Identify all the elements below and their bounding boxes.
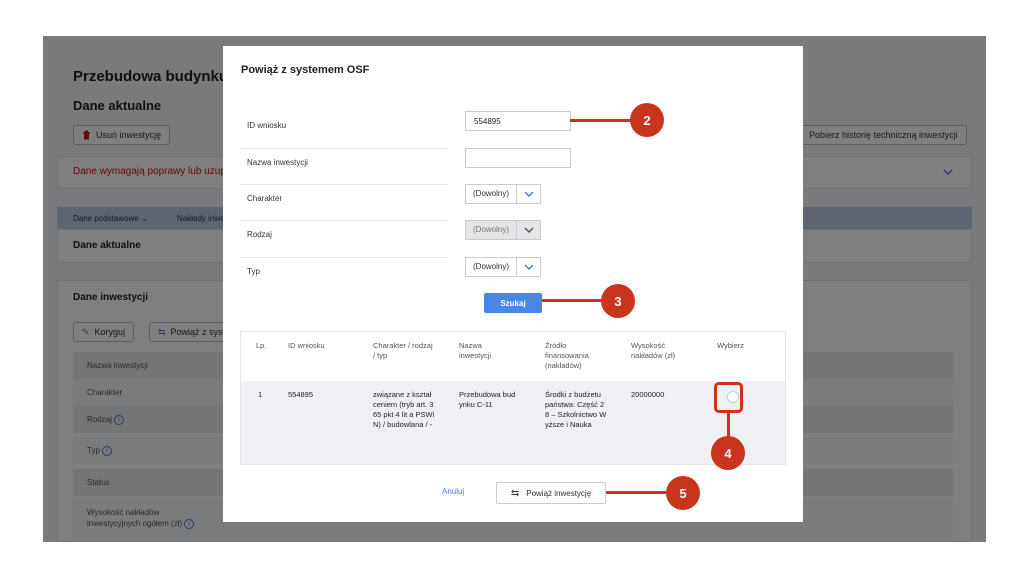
rodzaj-select: (Dowolny) xyxy=(465,220,542,240)
cell-id: 554895 xyxy=(288,390,314,399)
divider xyxy=(241,257,447,258)
name-input[interactable] xyxy=(465,148,571,168)
link-investment-button[interactable]: ⇆ Powiąż inwestycję xyxy=(496,482,606,504)
cell-lp: 1 xyxy=(258,390,263,399)
search-button[interactable]: Szukaj xyxy=(484,293,542,313)
chevron-down-icon xyxy=(524,264,534,270)
callout-line xyxy=(606,491,668,494)
callout-badge-4: 4 xyxy=(711,436,745,470)
typ-select[interactable]: (Dowolny) xyxy=(465,257,542,277)
divider xyxy=(241,184,447,185)
cell-zrodlo: Środki z budżetu państwa: Część 28 – Szk… xyxy=(545,390,607,429)
screenshot-stage: Przebudowa budynku C-1 Dane aktualne Usu… xyxy=(0,0,1024,576)
cell-wysokosc: 20000000 xyxy=(631,390,665,399)
cell-nazwa: Przebudowa budynku C-11 xyxy=(459,390,516,409)
modal-title: Powiąż z systemem OSF xyxy=(241,64,370,76)
col-header-zrodlo: Źródło finansowania (nakładów) xyxy=(545,341,589,370)
callout-line xyxy=(542,299,602,302)
col-header-nazwa: Nazwa inwestycji xyxy=(459,341,492,360)
callout-line xyxy=(727,413,730,437)
callout-badge-5: 5 xyxy=(666,476,700,510)
cancel-link[interactable]: Anuluj xyxy=(442,487,464,496)
name-field-label: Nazwa inwestycji xyxy=(247,158,308,167)
col-header-wysokosc: Wysokość nakładów (zł) xyxy=(631,341,676,360)
chevron-down-icon xyxy=(524,227,534,233)
link-investment-label: Powiąż inwestycję xyxy=(526,488,592,498)
id-input[interactable] xyxy=(465,111,571,131)
callout-badge-3: 3 xyxy=(601,284,635,318)
typ-field-label: Typ xyxy=(247,267,260,276)
divider xyxy=(241,220,447,221)
charakter-select[interactable]: (Dowolny) xyxy=(465,184,542,204)
callout-line xyxy=(570,119,632,122)
divider xyxy=(241,148,447,149)
rodzaj-field-label: Rodzaj xyxy=(247,230,272,239)
charakter-field-label: Charakter xyxy=(247,194,283,203)
col-header-wybierz: Wybierz xyxy=(717,341,745,350)
col-header-charakter: Charakter / rodzaj / typ xyxy=(373,341,433,360)
callout-badge-2: 2 xyxy=(630,103,664,137)
chevron-down-icon xyxy=(524,191,534,197)
cell-charakter: związane z kształceniem (tryb art. 365 p… xyxy=(373,390,435,429)
radio-highlight xyxy=(714,382,743,413)
results-table: Lp. ID wniosku Charakter / rodzaj / typ … xyxy=(240,331,786,465)
col-header-lp: Lp. xyxy=(256,341,267,350)
col-header-id: ID wniosku xyxy=(288,341,325,350)
id-field-label: ID wniosku xyxy=(247,121,287,130)
table-row[interactable]: 1 554895 związane z kształceniem (tryb a… xyxy=(241,381,785,464)
link-arrows-icon: ⇆ xyxy=(510,487,520,499)
